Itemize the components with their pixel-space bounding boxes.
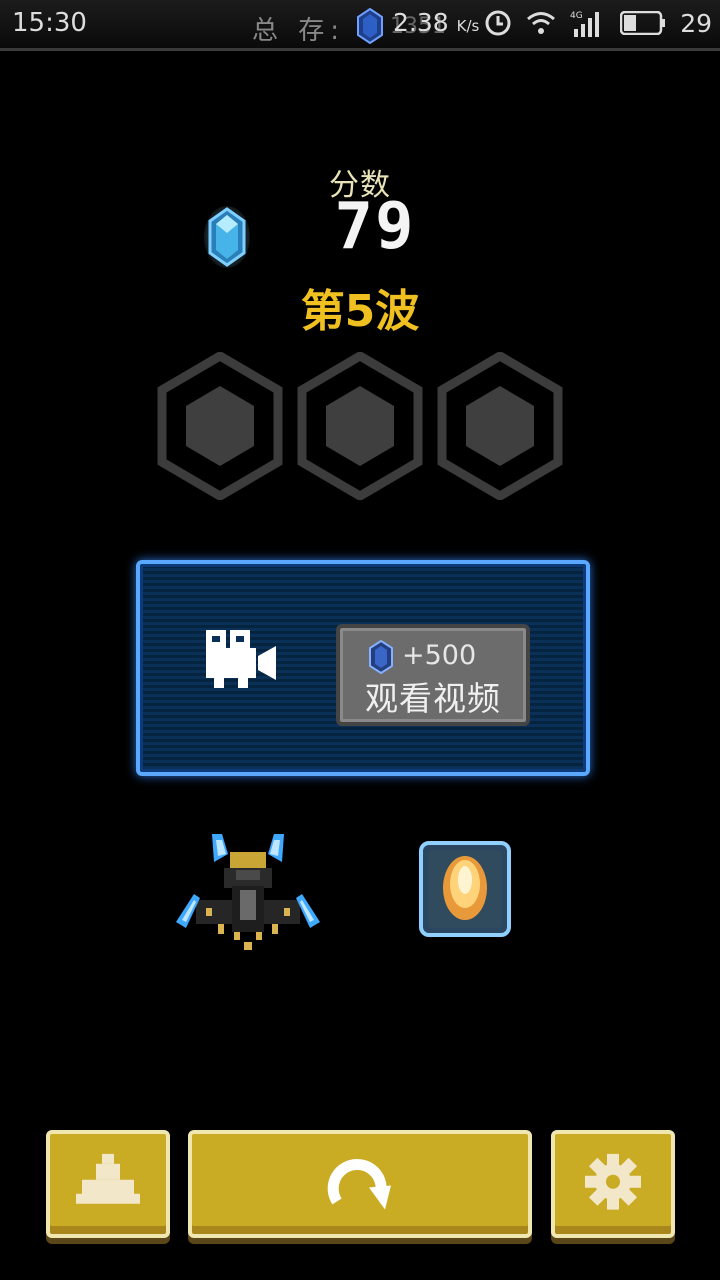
signal-4g-icon: 4G (570, 11, 600, 37)
gem-icon (369, 640, 393, 674)
watch-video-button[interactable]: +500 观看视频 (336, 624, 530, 726)
restart-button[interactable] (188, 1130, 532, 1238)
ship-icon (76, 1153, 140, 1204)
score-value: 79 (334, 190, 416, 264)
restart-icon (327, 1158, 391, 1210)
wifi-icon (527, 12, 556, 34)
medal-slot-3 (437, 352, 563, 500)
gear-icon (585, 1153, 641, 1210)
medal-slot-1 (157, 352, 283, 500)
net-speed-unit: K/s (456, 17, 480, 35)
status-bar: 15:30 总 存: 1351 2.38 K/s 4G 29 (0, 0, 720, 51)
ship-icon (176, 834, 320, 950)
status-icons: 4G 29 (484, 8, 712, 38)
net-speed-value: 2.38 (393, 8, 449, 37)
storage-label: 总 存: (252, 16, 346, 46)
video-offer-panel: +500 观看视频 (136, 560, 590, 776)
boost-icon[interactable] (418, 840, 512, 938)
hangar-button[interactable] (46, 1130, 170, 1238)
net-speed: 2.38 K/s (393, 8, 479, 37)
gem-icon (204, 206, 250, 268)
gem-icon (357, 8, 383, 44)
battery-icon (620, 11, 666, 35)
medal-slot-2 (297, 352, 423, 500)
settings-button[interactable] (551, 1130, 675, 1238)
camera-icon (206, 630, 276, 688)
svg-text:4G: 4G (570, 11, 583, 21)
watch-video-label: 观看视频 (365, 679, 501, 718)
wave-counter: 第5波 (300, 286, 420, 337)
reward-amount: +500 (402, 640, 477, 671)
battery-level: 29 (680, 8, 712, 38)
alarm-icon (485, 10, 511, 36)
status-time: 15:30 (12, 8, 87, 38)
